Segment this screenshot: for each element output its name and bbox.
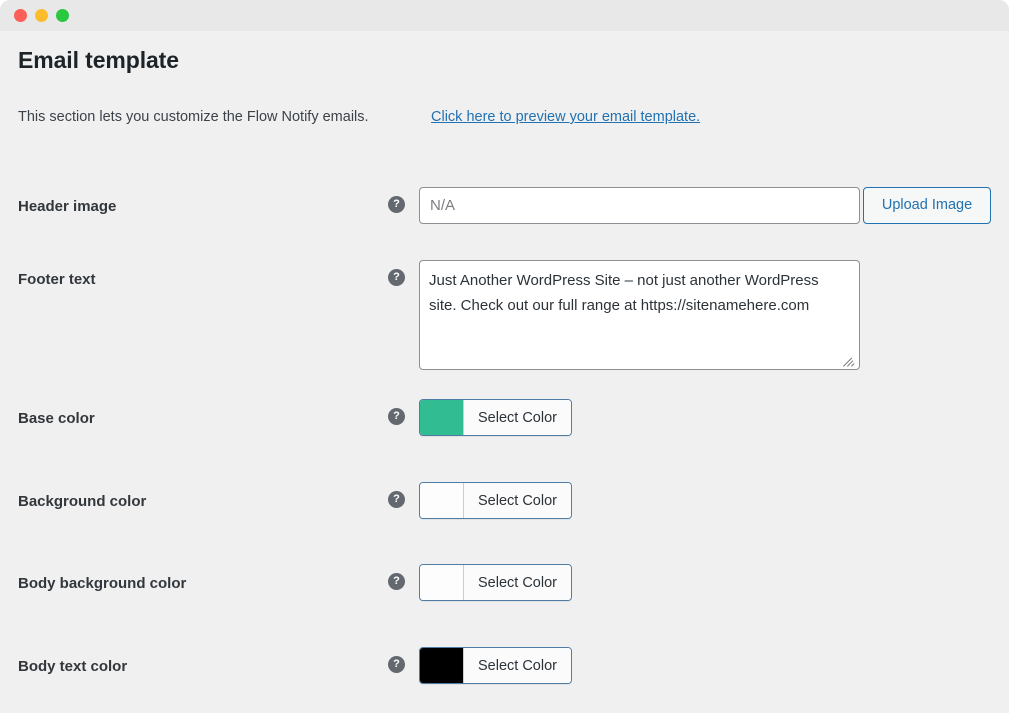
zoom-window-icon[interactable] (56, 9, 69, 22)
help-icon[interactable]: ? (388, 269, 405, 286)
base-color-label: Base color (18, 410, 95, 427)
base-color-swatch (420, 400, 464, 435)
body-text-color-label: Body text color (18, 658, 128, 675)
form-row-body-text-color: Body text color ? Select Color (0, 636, 1009, 696)
help-icon[interactable]: ? (388, 656, 405, 673)
help-icon[interactable]: ? (388, 196, 405, 213)
background-color-label: Background color (18, 493, 147, 510)
header-image-label: Header image (18, 198, 117, 215)
footer-text-textarea[interactable] (419, 260, 860, 370)
upload-image-button[interactable]: Upload Image (863, 187, 991, 224)
background-color-picker-button[interactable]: Select Color (419, 482, 572, 519)
header-image-input[interactable] (419, 187, 860, 224)
footer-text-label: Footer text (18, 271, 96, 288)
help-icon[interactable]: ? (388, 573, 405, 590)
preview-email-template-link[interactable]: Click here to preview your email templat… (431, 109, 700, 125)
body-background-color-picker-button[interactable]: Select Color (419, 564, 572, 601)
form-row-footer-text: Footer text ? (0, 249, 1009, 374)
select-color-label: Select Color (464, 565, 571, 600)
close-window-icon[interactable] (14, 9, 27, 22)
window-controls (14, 9, 69, 22)
background-color-swatch (420, 483, 464, 518)
body-background-color-label: Body background color (18, 575, 187, 592)
form-row-body-background-color: Body background color ? Select Color (0, 553, 1009, 613)
minimize-window-icon[interactable] (35, 9, 48, 22)
body-background-color-swatch (420, 565, 464, 600)
help-icon[interactable]: ? (388, 408, 405, 425)
section-description: This section lets you customize the Flow… (18, 109, 369, 125)
base-color-picker-button[interactable]: Select Color (419, 399, 572, 436)
select-color-label: Select Color (464, 400, 571, 435)
select-color-label: Select Color (464, 483, 571, 518)
form-row-header-image: Header image ? Upload Image (0, 176, 1009, 236)
settings-page: Email template This section lets you cus… (0, 31, 1009, 713)
select-color-label: Select Color (464, 648, 571, 683)
form-row-background-color: Background color ? Select Color (0, 471, 1009, 531)
page-title: Email template (18, 47, 179, 73)
body-text-color-swatch (420, 648, 464, 683)
app-window: Email template This section lets you cus… (0, 0, 1009, 713)
window-titlebar (0, 0, 1009, 31)
body-text-color-picker-button[interactable]: Select Color (419, 647, 572, 684)
form-row-base-color: Base color ? Select Color (0, 388, 1009, 448)
help-icon[interactable]: ? (388, 491, 405, 508)
